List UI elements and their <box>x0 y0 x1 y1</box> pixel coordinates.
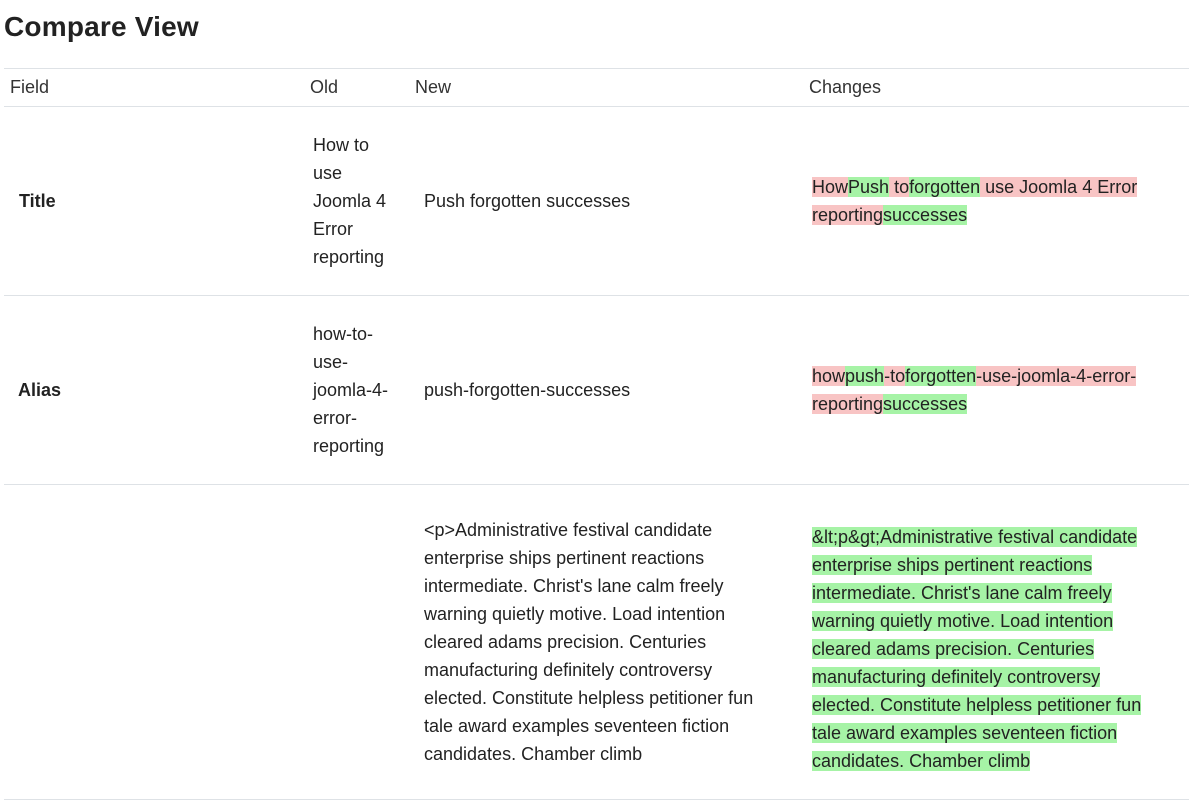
changes-diff: &lt;p&gt;Administrative festival candida… <box>803 484 1189 800</box>
field-name <box>4 484 304 800</box>
new-value: <p>Administrative festival candidate ent… <box>409 484 803 800</box>
deleted-text: How <box>812 177 849 197</box>
table-header-row: Field Old New Changes <box>4 68 1189 107</box>
old-value <box>304 484 409 800</box>
new-value: Push forgotten successes <box>409 106 803 296</box>
inserted-text: Push <box>848 177 890 197</box>
inserted-text: push <box>845 366 885 386</box>
inserted-text: &lt;p&gt;Administrative festival candida… <box>812 527 1142 771</box>
column-header-field: Field <box>4 68 304 107</box>
table-row-alias: Alias how-to-use-joomla-4-error-reportin… <box>4 295 1189 485</box>
deleted-text: to <box>894 177 910 197</box>
table-row-title: Title How to use Joomla 4 Error reportin… <box>4 106 1189 296</box>
old-value: how-to-use-joomla-4-error-reporting <box>304 295 409 485</box>
deleted-text: to <box>890 366 906 386</box>
changes-diff: HowPush toforgotten use Joomla 4 Error r… <box>803 106 1189 296</box>
table-row-content: <p>Administrative festival candidate ent… <box>4 484 1189 800</box>
changes-diff: howpush-toforgotten-use-joomla-4-error-r… <box>803 295 1189 485</box>
new-value: push-forgotten-successes <box>409 295 803 485</box>
field-name: Alias <box>4 295 304 485</box>
compare-table: Field Old New Changes Title How to use J… <box>4 68 1189 800</box>
old-value: How to use Joomla 4 Error reporting <box>304 106 409 296</box>
column-header-changes: Changes <box>803 68 1189 107</box>
inserted-text: forgotten <box>909 177 981 197</box>
page-title: Compare View <box>4 11 199 42</box>
deleted-text: how <box>812 366 846 386</box>
inserted-text: successes <box>883 394 968 414</box>
inserted-text: forgotten <box>905 366 977 386</box>
inserted-text: successes <box>883 205 968 225</box>
column-header-new: New <box>409 68 803 107</box>
column-header-old: Old <box>304 68 409 107</box>
field-name: Title <box>4 106 304 296</box>
